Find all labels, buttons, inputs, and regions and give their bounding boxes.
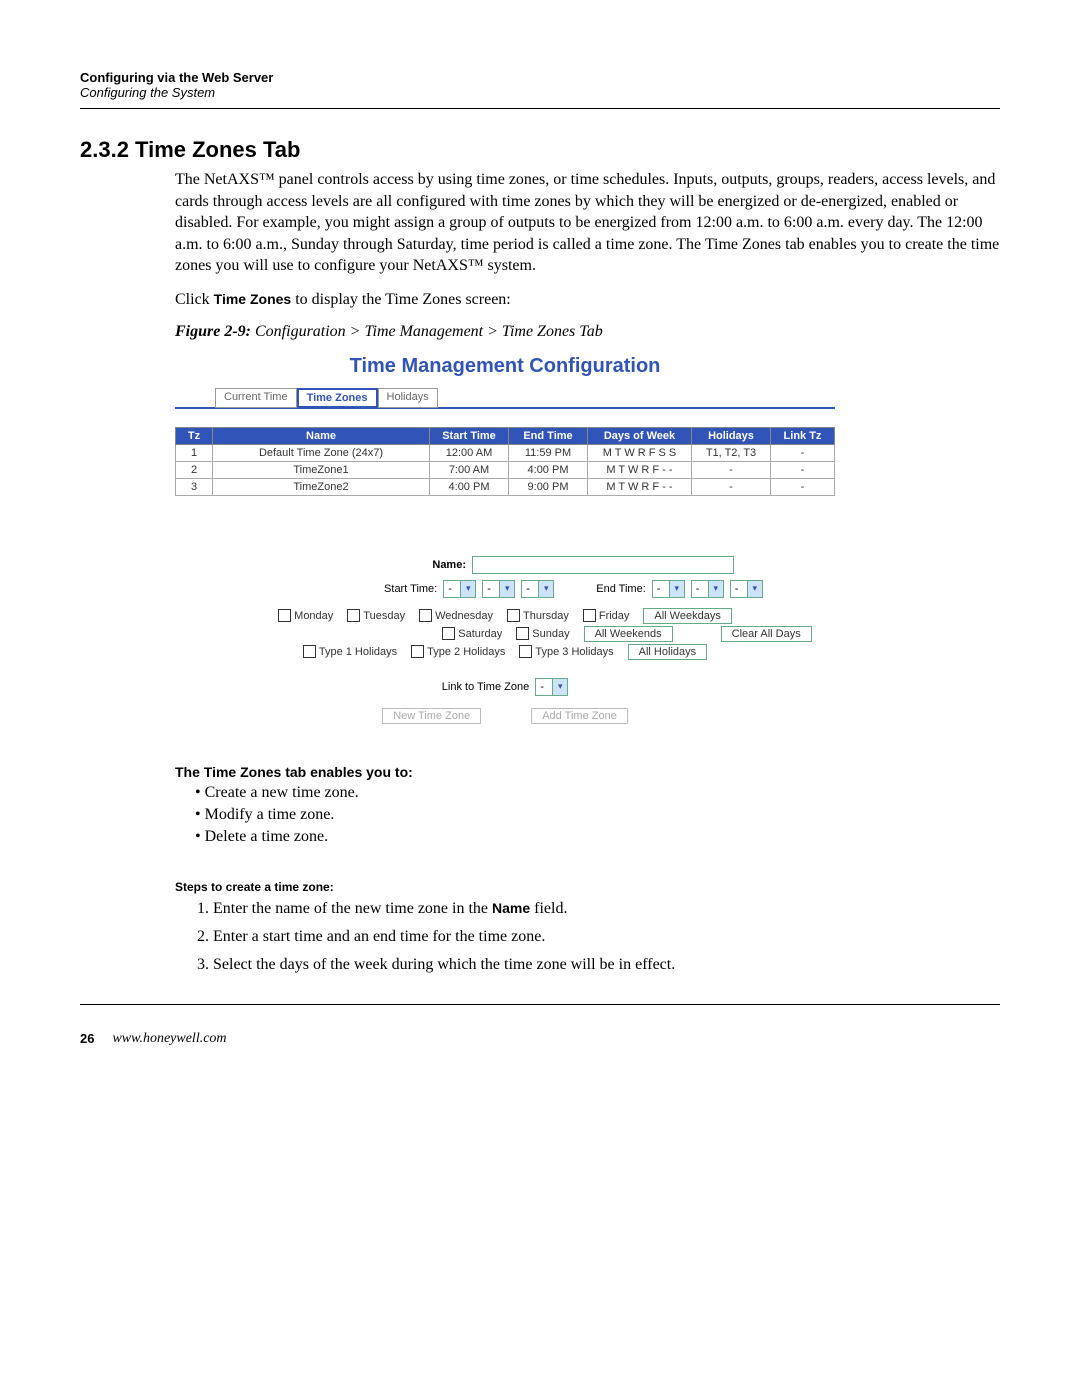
wednesday-checkbox[interactable]: Wednesday (419, 609, 493, 622)
tab-time-zones[interactable]: Time Zones (297, 388, 378, 408)
start-hour-select[interactable]: -▾ (443, 580, 476, 598)
col-name: Name (213, 427, 430, 444)
screenshot-figure: Time Management Configuration Current Ti… (175, 355, 835, 724)
enables-list: Create a new time zone. Modify a time zo… (195, 784, 1000, 846)
col-link: Link Tz (771, 427, 835, 444)
sunday-checkbox[interactable]: Sunday (516, 627, 569, 640)
all-weekdays-button[interactable]: All Weekdays (643, 608, 731, 624)
clear-all-days-button[interactable]: Clear All Days (721, 626, 812, 642)
chevron-down-icon: ▾ (538, 581, 553, 597)
type1-holidays-checkbox[interactable]: Type 1 Holidays (303, 645, 397, 658)
start-ampm-select[interactable]: -▾ (521, 580, 554, 598)
col-dow: Days of Week (588, 427, 692, 444)
list-item: Enter a start time and an end time for t… (213, 928, 1000, 946)
intro-paragraph: The NetAXS™ panel controls access by usi… (175, 169, 1000, 277)
col-hol: Holidays (692, 427, 771, 444)
chevron-down-icon: ▾ (460, 581, 475, 597)
end-ampm-select[interactable]: -▾ (730, 580, 763, 598)
steps-list: Enter the name of the new time zone in t… (195, 900, 1000, 974)
header-rule (80, 108, 1000, 109)
type3-holidays-checkbox[interactable]: Type 3 Holidays (519, 645, 613, 658)
thursday-checkbox[interactable]: Thursday (507, 609, 569, 622)
link-tz-label: Link to Time Zone (442, 681, 529, 693)
monday-checkbox[interactable]: Monday (278, 609, 333, 622)
tab-current-time[interactable]: Current Time (215, 388, 297, 408)
list-item: Create a new time zone. (195, 784, 1000, 802)
page-footer: 26 www.honeywell.com (80, 1031, 1000, 1047)
all-holidays-button[interactable]: All Holidays (628, 644, 707, 660)
saturday-checkbox[interactable]: Saturday (442, 627, 502, 640)
name-field[interactable] (472, 556, 734, 574)
instruction-paragraph: Click Time Zones to display the Time Zon… (175, 289, 1000, 311)
form-area: Name: Start Time: -▾ -▾ -▾ End Time: -▾ … (175, 556, 835, 724)
col-end: End Time (509, 427, 588, 444)
end-hour-select[interactable]: -▾ (652, 580, 685, 598)
col-tz: Tz (176, 427, 213, 444)
all-weekends-button[interactable]: All Weekends (584, 626, 673, 642)
section-heading: 2.3.2 Time Zones Tab (80, 137, 1000, 163)
footer-url: www.honeywell.com (112, 1031, 226, 1047)
footer-rule (80, 1004, 1000, 1005)
col-start: Start Time (430, 427, 509, 444)
add-time-zone-button[interactable]: Add Time Zone (531, 708, 628, 724)
table-row[interactable]: 1 Default Time Zone (24x7) 12:00 AM 11:5… (176, 444, 835, 461)
link-tz-select[interactable]: -▾ (535, 678, 568, 696)
friday-checkbox[interactable]: Friday (583, 609, 630, 622)
chevron-down-icon: ▾ (708, 581, 723, 597)
page-number: 26 (80, 1031, 94, 1046)
end-time-label: End Time: (596, 583, 646, 595)
list-item: Modify a time zone. (195, 806, 1000, 824)
steps-heading: Steps to create a time zone: (175, 880, 1000, 894)
start-min-select[interactable]: -▾ (482, 580, 515, 598)
start-time-label: Start Time: (247, 583, 437, 595)
table-row[interactable]: 2 TimeZone1 7:00 AM 4:00 PM M T W R F - … (176, 461, 835, 478)
list-item: Enter the name of the new time zone in t… (213, 900, 1000, 918)
timezones-table: Tz Name Start Time End Time Days of Week… (175, 427, 835, 496)
header-chapter: Configuring via the Web Server (80, 70, 1000, 85)
running-header: Configuring via the Web Server Configuri… (80, 70, 1000, 100)
figure-caption: Figure 2-9: Configuration > Time Managem… (175, 323, 1000, 341)
list-item: Select the days of the week during which… (213, 956, 1000, 974)
end-min-select[interactable]: -▾ (691, 580, 724, 598)
new-time-zone-button[interactable]: New Time Zone (382, 708, 481, 724)
tuesday-checkbox[interactable]: Tuesday (347, 609, 405, 622)
chevron-down-icon: ▾ (669, 581, 684, 597)
table-row[interactable]: 3 TimeZone2 4:00 PM 9:00 PM M T W R F - … (176, 478, 835, 495)
tab-bar: Current Time Time Zones Holidays (215, 388, 835, 408)
enables-heading: The Time Zones tab enables you to: (175, 764, 1000, 780)
chevron-down-icon: ▾ (747, 581, 762, 597)
tab-holidays[interactable]: Holidays (378, 388, 438, 408)
type2-holidays-checkbox[interactable]: Type 2 Holidays (411, 645, 505, 658)
header-section: Configuring the System (80, 85, 1000, 100)
chevron-down-icon: ▾ (499, 581, 514, 597)
chevron-down-icon: ▾ (552, 679, 567, 695)
screenshot-title: Time Management Configuration (175, 355, 835, 378)
name-label: Name: (276, 559, 466, 571)
list-item: Delete a time zone. (195, 828, 1000, 846)
